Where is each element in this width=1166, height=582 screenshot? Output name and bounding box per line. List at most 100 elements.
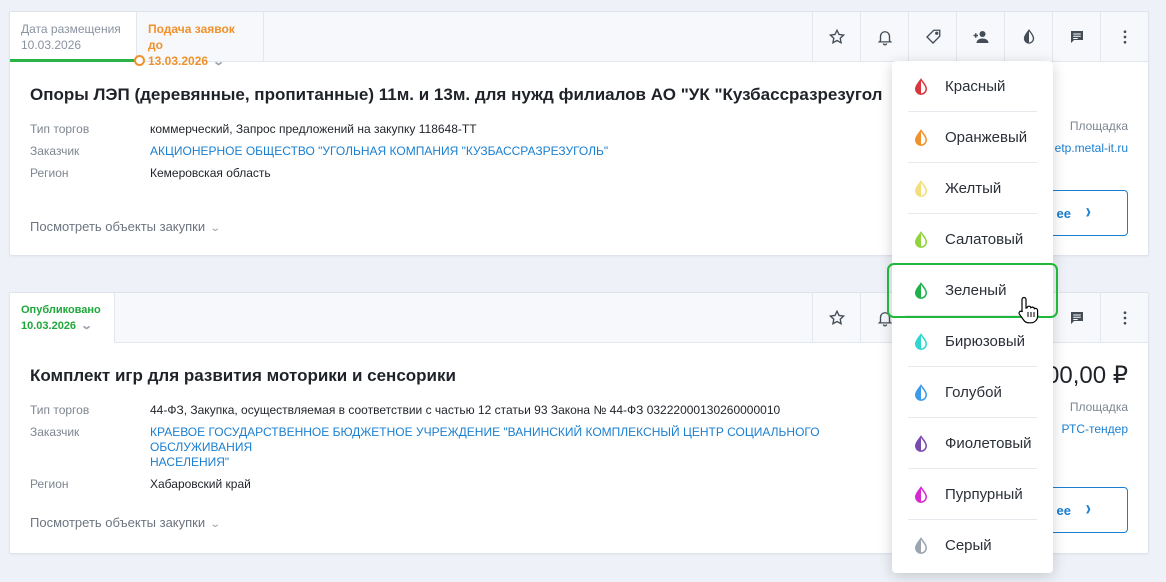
color-drop-icon	[914, 281, 928, 299]
chevron-down-icon: ⌄	[209, 223, 222, 234]
color-drop-icon	[914, 536, 928, 554]
color-option-label: Серый	[945, 537, 992, 554]
customer-name-line2: НАСЕЛЕНИЯ"	[150, 455, 230, 469]
tag-button[interactable]	[908, 12, 956, 62]
color-option[interactable]: Пурпурный	[892, 469, 1053, 520]
deadline-value: 13.03.2026	[148, 54, 209, 68]
color-option[interactable]: Голубой	[892, 367, 1053, 418]
color-drop-icon	[914, 434, 928, 452]
color-option[interactable]: Желтый	[892, 163, 1053, 214]
prop-row: Тип торгов 44-ФЗ, Закупка, осуществляемая…	[30, 399, 910, 421]
hand-pointer-icon	[1018, 296, 1039, 324]
bell-icon	[877, 31, 892, 46]
color-option-label: Зеленый	[945, 282, 1007, 299]
view-items-label: Посмотреть объекты закупки	[30, 219, 206, 234]
assign-user-button[interactable]	[956, 12, 1004, 62]
deadline-date-block[interactable]: Подача заявок до 13.03.2026 ⌄	[137, 12, 264, 68]
tag-icon	[925, 29, 940, 44]
platform-link[interactable]: РТС-тендер	[1062, 422, 1128, 436]
contrast-icon	[1023, 29, 1034, 44]
favorite-button[interactable]	[812, 12, 860, 62]
prop-row: Заказчик АКЦИОНЕРНОЕ ОБЩЕСТВО "УГОЛЬНАЯ К…	[30, 140, 608, 162]
customer-link[interactable]: КРАЕВОЕ ГОСУДАРСТВЕННОЕ БЮДЖЕТНОЕ УЧРЕЖД…	[150, 425, 910, 470]
posted-date-block: Дата размещения 10.03.2026	[10, 12, 137, 62]
tender-properties: Тип торгов 44-ФЗ, Закупка, осуществляемая…	[30, 399, 910, 495]
prop-key: Регион	[30, 166, 69, 180]
color-option-label: Фиолетовый	[945, 435, 1032, 452]
customer-name-line1: КРАЕВОЕ ГОСУДАРСТВЕННОЕ БЮДЖЕТНОЕ УЧРЕЖД…	[150, 425, 820, 454]
comment-button[interactable]	[1052, 12, 1100, 62]
card-actions	[812, 12, 1148, 62]
color-drop-icon	[914, 485, 928, 503]
chevron-down-icon[interactable]: ⌄	[212, 54, 225, 70]
platform-link[interactable]: etp.metal-it.ru	[1055, 141, 1128, 155]
color-option[interactable]: Оранжевый	[892, 112, 1053, 163]
notify-button[interactable]	[860, 12, 908, 62]
view-items-label: Посмотреть объекты закупки	[30, 515, 206, 530]
color-option-label: Желтый	[945, 180, 1002, 197]
color-drop-icon	[914, 128, 928, 146]
deadline-progress-bar	[10, 59, 139, 62]
color-option-label: Салатовый	[945, 231, 1024, 248]
prop-key: Заказчик	[30, 425, 80, 439]
chevron-down-icon: ⌄	[80, 320, 94, 332]
prop-key: Тип торгов	[30, 122, 90, 136]
favorite-button[interactable]	[812, 293, 860, 343]
prop-value: коммерческий, Запрос предложений на заку…	[150, 122, 477, 136]
star-icon	[828, 28, 845, 44]
color-option-label: Бирюзовый	[945, 333, 1025, 350]
tender-properties: Тип торгов коммерческий, Запрос предложен…	[30, 118, 608, 184]
color-option-label: Голубой	[945, 384, 1002, 401]
deadline-label: Подача заявок до	[148, 22, 235, 52]
color-option[interactable]: Красный	[892, 61, 1053, 112]
more-button[interactable]	[1100, 12, 1148, 62]
view-items-toggle[interactable]: Посмотреть объекты закупки ⌄	[30, 515, 221, 530]
prop-value: Кемеровская область	[150, 166, 271, 180]
color-drop-icon	[914, 77, 928, 95]
star-icon	[828, 309, 845, 325]
posted-date-label: Дата размещения	[21, 22, 121, 36]
color-option[interactable]: Салатовый	[892, 214, 1053, 265]
more-vertical-icon	[1123, 30, 1126, 44]
view-items-toggle[interactable]: Посмотреть объекты закупки ⌄	[30, 219, 222, 234]
prop-value: Хабаровский край	[150, 477, 251, 491]
prop-key: Заказчик	[30, 144, 80, 158]
platform-label: Площадка	[1069, 400, 1128, 414]
color-drop-icon	[914, 332, 928, 350]
deadline-progress-dot	[134, 55, 145, 66]
prop-row: Регион Хабаровский край	[30, 473, 910, 495]
color-mark-button[interactable]	[1004, 12, 1052, 62]
details-button-label: ее	[1056, 205, 1071, 221]
color-option-label: Пурпурный	[945, 486, 1023, 503]
comment-icon	[1070, 31, 1083, 43]
comment-button[interactable]	[1052, 293, 1100, 343]
posted-date-value: 10.03.2026	[21, 38, 82, 52]
color-option[interactable]: Фиолетовый	[892, 418, 1053, 469]
color-drop-icon	[914, 230, 928, 248]
chevron-right-icon: ›	[1085, 498, 1091, 521]
customer-link[interactable]: АКЦИОНЕРНОЕ ОБЩЕСТВО "УГОЛЬНАЯ КОМПАНИЯ …	[150, 140, 608, 162]
color-option-label: Красный	[945, 78, 1006, 95]
status-label: Опубликовано	[21, 304, 101, 316]
details-button-label: ее	[1056, 502, 1071, 518]
prop-key: Тип торгов	[30, 403, 90, 417]
color-drop-icon	[914, 179, 928, 197]
prop-row: Тип торгов коммерческий, Запрос предложен…	[30, 118, 608, 140]
status-block[interactable]: Опубликовано 10.03.2026 ⌄	[10, 293, 115, 343]
comment-icon	[1070, 312, 1083, 324]
color-option-label: Оранжевый	[945, 129, 1028, 146]
tender-title[interactable]: Комплект игр для развития моторики и сен…	[30, 366, 456, 386]
prop-value: 44-ФЗ, Закупка, осуществляемая в соответ…	[150, 403, 781, 417]
more-button[interactable]	[1100, 293, 1148, 343]
color-drop-icon	[914, 383, 928, 401]
status-date: 10.03.2026	[21, 320, 77, 332]
prop-key: Регион	[30, 477, 69, 491]
color-option[interactable]: Серый	[892, 520, 1053, 571]
add-user-icon	[973, 31, 988, 43]
tender-price: 00,00 ₽	[1046, 362, 1128, 389]
prop-row: Заказчик КРАЕВОЕ ГОСУДАРСТВЕННОЕ БЮДЖЕТНО…	[30, 421, 910, 470]
tender-title[interactable]: Опоры ЛЭП (деревянные, пропитанные) 11м.…	[30, 85, 882, 105]
chevron-right-icon: ›	[1085, 201, 1091, 224]
platform-label: Площадка	[1069, 119, 1128, 133]
card-header: Дата размещения 10.03.2026 Подача заявок…	[10, 12, 1148, 68]
